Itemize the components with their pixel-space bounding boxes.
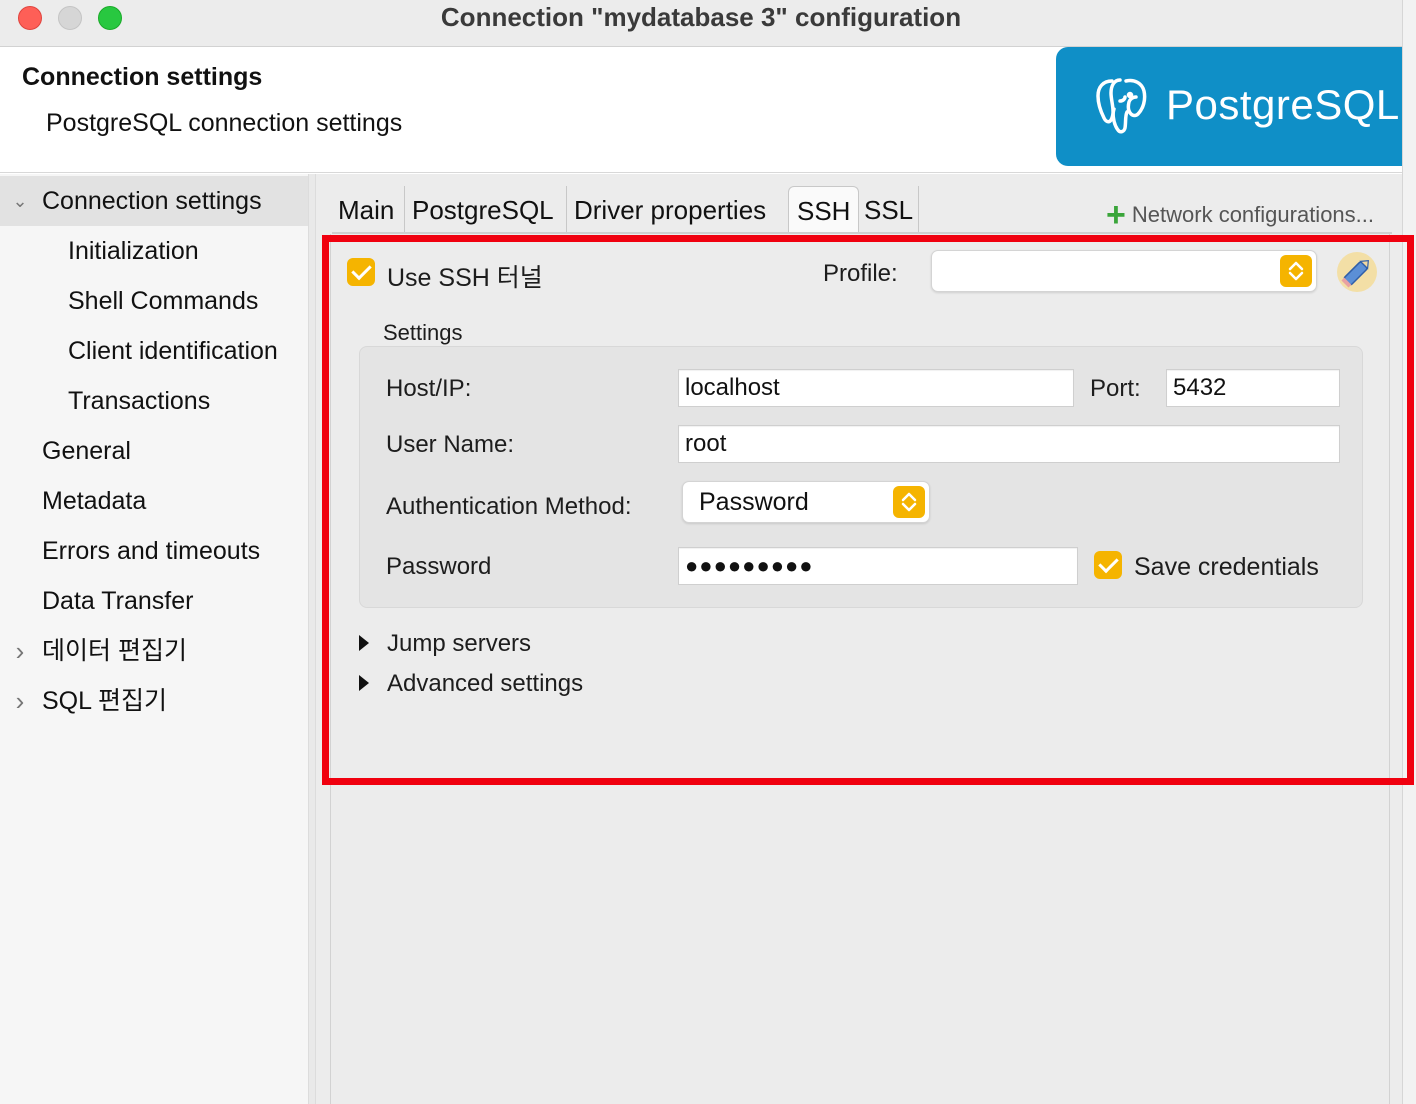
- chevron-down-icon[interactable]: ⌄: [10, 176, 30, 226]
- sidebar-item-label: SQL 편집기: [42, 687, 168, 715]
- sidebar-item-label: Connection settings: [42, 187, 262, 215]
- tab-separator: [918, 186, 919, 232]
- sidebar-item-label: Metadata: [42, 487, 147, 515]
- tab-postgresql[interactable]: PostgreSQL: [404, 186, 562, 234]
- tab-main[interactable]: Main: [330, 186, 402, 234]
- sidebar-item-shell-commands[interactable]: Shell Commands: [0, 276, 308, 326]
- sidebar-item-data-editor[interactable]: › 데이터 편집기: [0, 626, 308, 676]
- chevron-right-icon[interactable]: ›: [10, 676, 30, 726]
- sidebar-item-label: Client identification: [68, 337, 278, 365]
- sidebar-item-transactions[interactable]: Transactions: [0, 376, 308, 426]
- sidebar-item-label: General: [42, 437, 131, 465]
- tab-ssl[interactable]: SSL: [856, 186, 921, 234]
- postgresql-logo: PostgreSQL: [1056, 47, 1416, 166]
- sidebar-item-data-transfer[interactable]: Data Transfer: [0, 576, 308, 626]
- page-title: Connection settings: [22, 63, 263, 91]
- chevron-right-icon[interactable]: ›: [10, 626, 30, 676]
- page-header: Connection settings PostgreSQL connectio…: [0, 47, 1416, 173]
- sidebar-item-label: Errors and timeouts: [42, 537, 261, 565]
- sidebar-item-errors-and-timeouts[interactable]: Errors and timeouts: [0, 526, 308, 576]
- tab-driver-properties[interactable]: Driver properties: [566, 186, 774, 234]
- tab-ssh[interactable]: SSH: [788, 186, 860, 234]
- sidebar-item-general[interactable]: General: [0, 426, 308, 476]
- settings-sidebar: ⌄ Connection settings Initialization She…: [0, 174, 308, 1104]
- sidebar-item-label: Initialization: [68, 237, 199, 265]
- plus-icon: +: [1106, 196, 1126, 234]
- tab-bar: Main PostgreSQL Driver properties SSH SS…: [316, 174, 1402, 234]
- network-configurations-label: Network configurations...: [1131, 202, 1374, 227]
- window-title: Connection "mydatabase 3" configuration: [440, 2, 962, 32]
- highlight-annotation-box: [322, 235, 1414, 785]
- sidebar-item-connection-settings[interactable]: ⌄ Connection settings: [0, 176, 308, 226]
- sidebar-item-label: 데이터 편집기: [42, 637, 187, 665]
- page-subtitle: PostgreSQL connection settings: [46, 109, 403, 137]
- sidebar-item-label: Data Transfer: [42, 587, 194, 615]
- sidebar-item-client-identification[interactable]: Client identification: [0, 326, 308, 376]
- sidebar-item-label: Transactions: [68, 387, 211, 415]
- sidebar-item-metadata[interactable]: Metadata: [0, 476, 308, 526]
- logo-text: PostgreSQL: [1166, 81, 1400, 128]
- sidebar-item-label: Shell Commands: [68, 287, 259, 315]
- network-configurations-button[interactable]: + Network configurations...: [1106, 196, 1374, 235]
- postgresql-elephant-icon: [1096, 78, 1147, 134]
- sidebar-item-sql-editor[interactable]: › SQL 편집기: [0, 676, 308, 726]
- sidebar-splitter[interactable]: [308, 174, 316, 1104]
- sidebar-item-initialization[interactable]: Initialization: [0, 226, 308, 276]
- title-bar: Connection "mydatabase 3" configuration: [0, 0, 1402, 47]
